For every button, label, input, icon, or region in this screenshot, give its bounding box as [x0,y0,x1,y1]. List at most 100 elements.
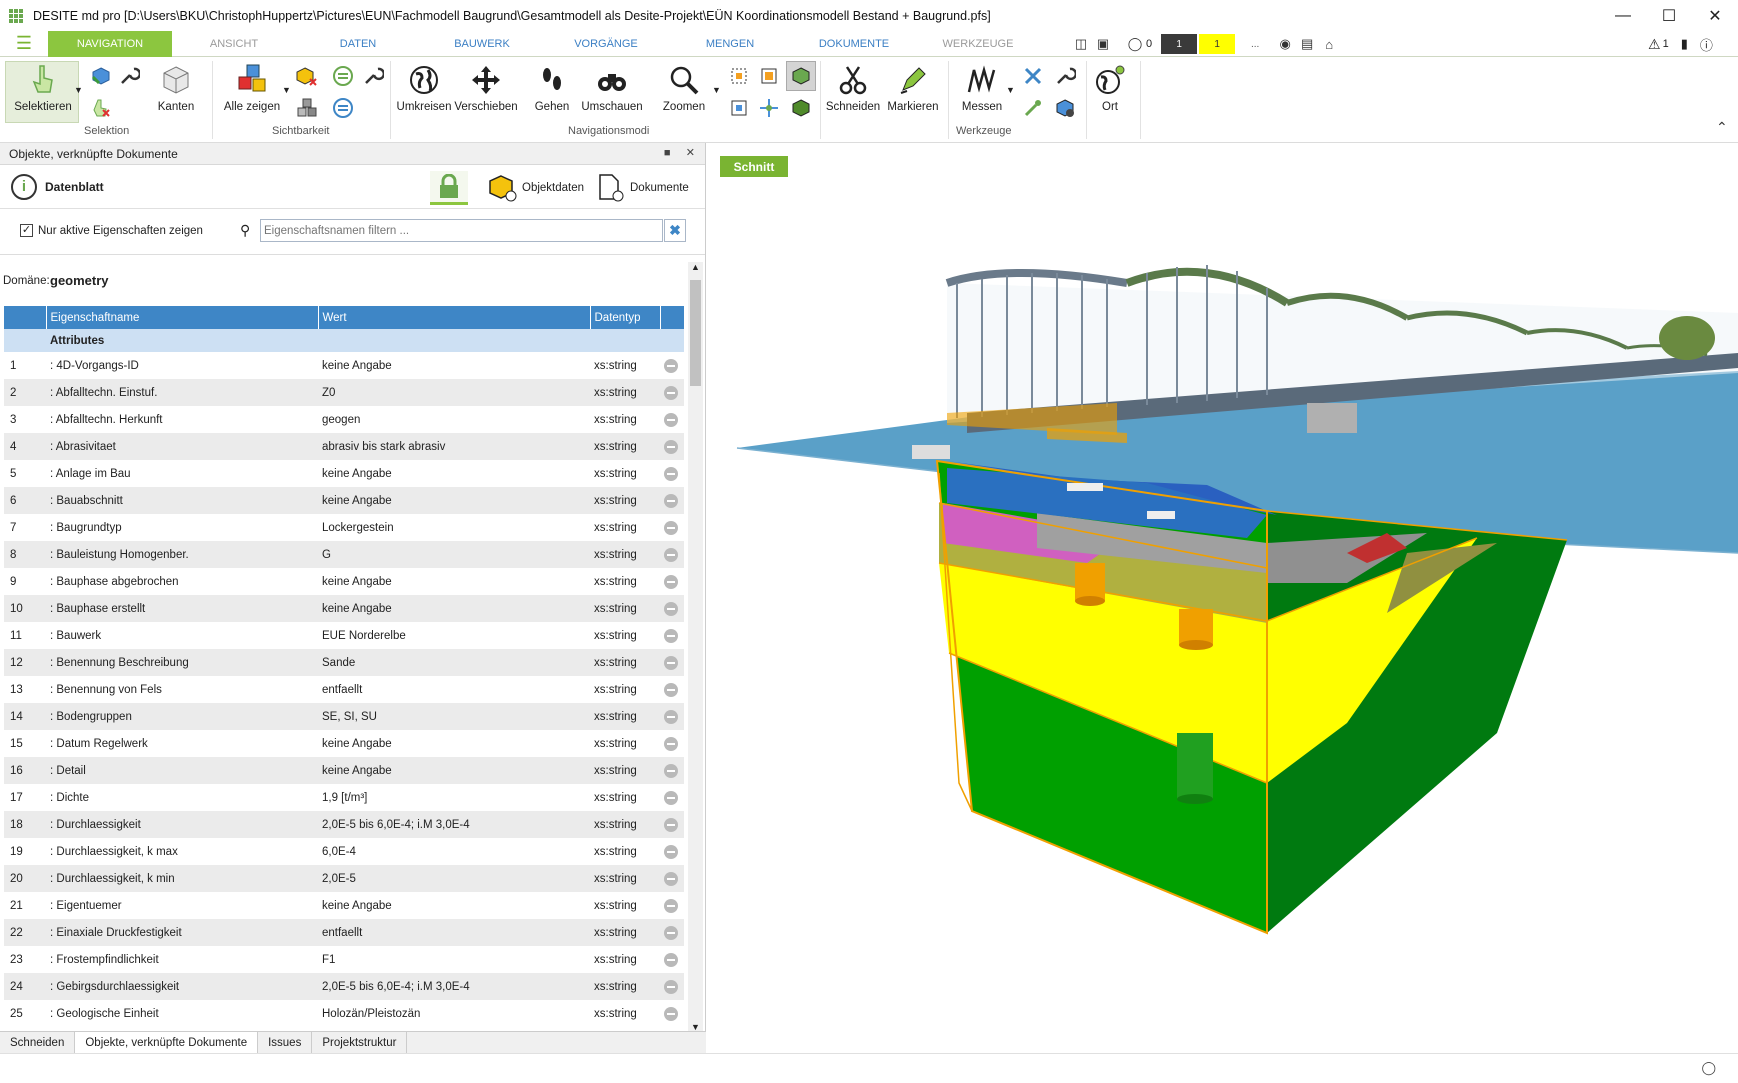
table-row[interactable]: 20: Durchlaessigkeit, k min 2,0E-5 xs:stri… [4,865,684,892]
hamburger-menu-icon[interactable]: ☰ [0,31,48,57]
table-row[interactable]: 11: Bauwerk EUE Norderelbe xs:string [4,622,684,649]
hide-cube-icon[interactable] [294,63,320,89]
tab-vorgaenge[interactable]: VORGÄNGE [544,31,668,57]
counter-dark[interactable]: 1 [1161,34,1198,54]
solid-cube-icon[interactable] [788,95,814,121]
clear-filter-button[interactable]: ✖ [664,219,686,242]
table-row[interactable]: 13: Benennung von Fels entfaellt xs:string [4,676,684,703]
visibility-toggle-icon[interactable]: ◯ [1124,31,1146,57]
remove-property-icon[interactable] [664,413,678,427]
col-eigenschaftname-header[interactable]: Eigenschaftname [46,306,319,329]
selektieren-button[interactable]: Selektieren [8,63,78,113]
remove-property-icon[interactable] [664,683,678,697]
table-row[interactable]: 23: Frostempfindlichkeit F1 xs:string [4,946,684,973]
messen-dropdown-icon[interactable]: ▼ [1006,85,1015,95]
schneiden-button[interactable]: Schneiden [824,63,882,113]
selektieren-dropdown-icon[interactable]: ▼ [74,85,83,95]
cross-icon[interactable] [1020,63,1046,89]
table-row[interactable]: 14: Bodengruppen SE, SI, SU xs:string [4,703,684,730]
zoomen-button[interactable]: Zoomen [660,63,708,113]
tab-mengen[interactable]: MENGEN [668,31,792,57]
remove-property-icon[interactable] [664,764,678,778]
table-row[interactable]: 1: 4D-Vorgangs-ID keine Angabe xs:string [4,352,684,379]
warning-icon[interactable]: ⚠ [1648,36,1661,53]
remove-property-icon[interactable] [664,494,678,508]
table-row[interactable]: 21: Eigentuemer keine Angabe xs:string [4,892,684,919]
markieren-button[interactable]: Markieren [884,63,942,113]
table-row[interactable]: 10: Bauphase erstellt keine Angabe xs:stri… [4,595,684,622]
remove-property-icon[interactable] [664,467,678,481]
table-row[interactable]: 22: Einaxiale Druckfestigkeit entfaellt xs… [4,919,684,946]
remove-property-icon[interactable] [664,899,678,913]
panel-icon[interactable]: ▮ [1681,36,1688,52]
col-datentyp-header[interactable]: Datentyp [590,306,661,329]
table-row[interactable]: 6: Bauabschnitt keine Angabe xs:string [4,487,684,514]
property-filter-input[interactable] [260,219,663,242]
kanten-button[interactable]: Kanten [154,63,198,113]
tab-schneiden[interactable]: Schneiden [0,1032,76,1053]
remove-property-icon[interactable] [664,953,678,967]
blue-lines-icon[interactable] [330,95,356,121]
more-button[interactable]: ... [1237,34,1273,54]
table-row[interactable]: 3: Abfalltechn. Herkunft geogen xs:string [4,406,684,433]
pipette-icon[interactable] [1020,95,1046,121]
table-row[interactable]: 9: Bauphase abgebrochen keine Angabe xs:st… [4,568,684,595]
umkreisen-button[interactable]: Umkreisen [396,63,452,113]
table-row[interactable]: 15: Datum Regelwerk keine Angabe xs:string [4,730,684,757]
view-cube-toggle-icon[interactable] [786,61,816,91]
remove-property-icon[interactable] [664,710,678,724]
scroll-thumb[interactable] [690,280,701,386]
verschieben-button[interactable]: Verschieben [454,63,518,113]
table-scrollbar[interactable]: ▲ ▼ [688,262,703,1032]
remove-property-icon[interactable] [664,1007,678,1021]
tab-objekte[interactable]: Objekte, verknüpfte Dokumente [75,1032,259,1053]
tab-dokumente[interactable]: DOKUMENTE [792,31,916,57]
counter-yellow[interactable]: 1 [1199,34,1236,54]
group-row-attributes[interactable]: Attributes [4,329,684,352]
chat-icon[interactable]: ◯ [1701,1060,1716,1076]
tab-navigation[interactable]: NAVIGATION [48,30,172,57]
tab-ansicht[interactable]: ANSICHT [172,31,296,57]
table-row[interactable]: 18: Durchlaessigkeit 2,0E-5 bis 6,0E-4; i… [4,811,684,838]
remove-property-icon[interactable] [664,629,678,643]
pin-icon[interactable]: ■ [664,147,671,159]
zoom-center-icon[interactable] [756,95,782,121]
remove-property-icon[interactable] [664,872,678,886]
tab-projektstruktur[interactable]: Projektstruktur [312,1032,408,1053]
green-lines-icon[interactable] [330,63,356,89]
table-row[interactable]: 16: Detail keine Angabe xs:string [4,757,684,784]
remove-property-icon[interactable] [664,575,678,589]
alle-zeigen-button[interactable]: Alle zeigen [222,63,282,113]
table-row[interactable]: 17: Dichte 1,9 [t/m³] xs:string [4,784,684,811]
remove-property-icon[interactable] [664,980,678,994]
gray-cubes-icon[interactable] [294,95,320,121]
ort-button[interactable]: Ort [1090,63,1130,113]
wrench-icon-3[interactable] [1052,63,1078,89]
gehen-button[interactable]: Gehen [530,63,574,113]
table-row[interactable]: 24: Gebirgsdurchlaessigkeit 2,0E-5 bis 6,… [4,973,684,1000]
collapse-ribbon-icon[interactable]: ⌃ [1716,119,1728,136]
home-icon[interactable]: ⌂ [1318,31,1340,57]
zoom-selection-icon[interactable] [756,63,782,89]
remove-property-icon[interactable] [664,602,678,616]
tab-issues[interactable]: Issues [258,1032,313,1053]
alle-zeigen-dropdown-icon[interactable]: ▼ [282,85,291,95]
panel-close-icon[interactable]: ✕ [686,147,695,159]
table-row[interactable]: 25: Geologische Einheit Holozän/Pleistozä… [4,1000,684,1027]
objektdaten-button[interactable]: Objektdaten [488,171,584,205]
3d-scene[interactable] [707,143,1738,1053]
close-icon[interactable]: ✕ [1692,0,1738,31]
monitor-icon[interactable]: ▣ [1092,31,1114,57]
col-wert-header[interactable]: Wert [318,306,591,329]
table-row[interactable]: 2: Abfalltechn. Einstuf. Z0 xs:string [4,379,684,406]
3d-viewport[interactable]: Schnitt [707,143,1738,1053]
deselect-icon[interactable] [88,95,114,121]
lock-button[interactable] [430,171,468,205]
maximize-icon[interactable]: ☐ [1646,0,1692,31]
layout-icon[interactable]: ◫ [1070,31,1092,57]
table-row[interactable]: 7: Baugrundtyp Lockergestein xs:string [4,514,684,541]
tab-bauwerk[interactable]: BAUWERK [420,31,544,57]
remove-property-icon[interactable] [664,521,678,535]
remove-property-icon[interactable] [664,656,678,670]
table-row[interactable]: 12: Benennung Beschreibung Sande xs:string [4,649,684,676]
